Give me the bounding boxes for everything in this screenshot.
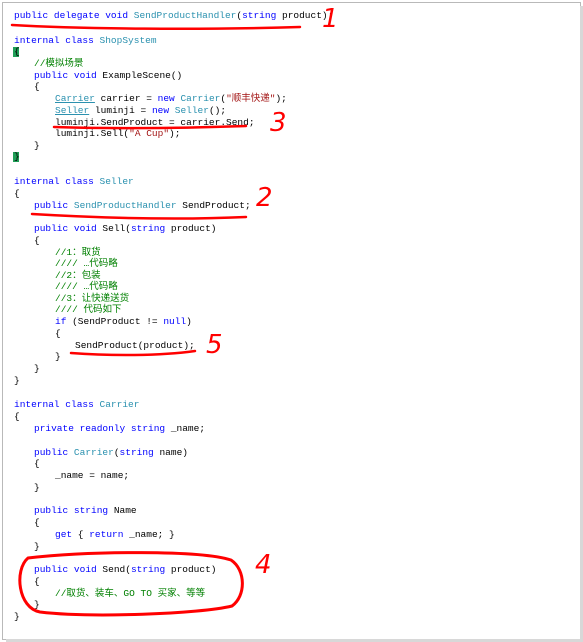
annotation-number-2: 2 xyxy=(256,183,273,213)
underline-invoke xyxy=(69,349,197,357)
underline-delegate xyxy=(10,23,302,30)
annotation-number-3: 3 xyxy=(270,108,287,138)
underline-field xyxy=(30,212,248,220)
annotation-overlay xyxy=(10,23,302,617)
annotation-number-5: 5 xyxy=(206,330,223,360)
underline-assign xyxy=(52,124,248,130)
circle-send-method xyxy=(18,551,244,617)
annotation-number-1: 1 xyxy=(322,4,339,34)
annotation-number-4: 4 xyxy=(255,550,272,580)
